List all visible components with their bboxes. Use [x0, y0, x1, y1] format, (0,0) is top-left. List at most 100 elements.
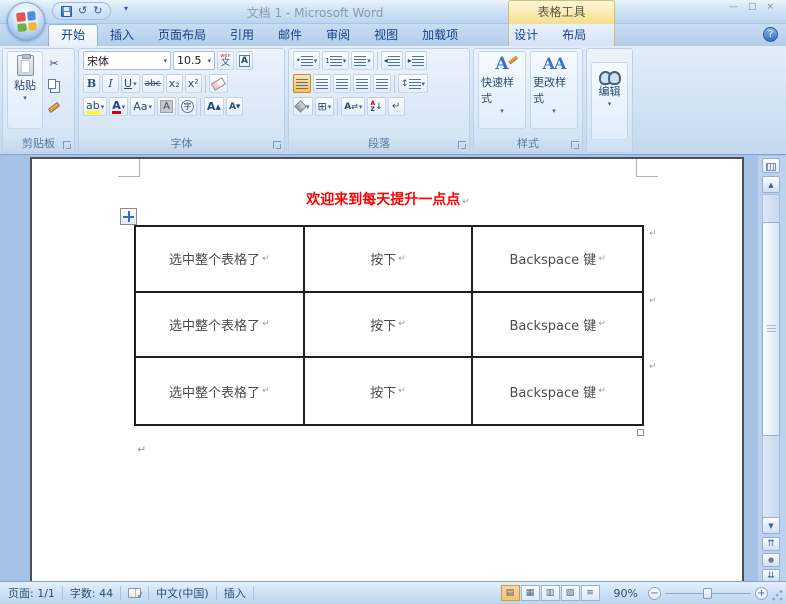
save-icon[interactable]	[61, 5, 72, 17]
change-case-icon[interactable]: Aa ▾	[130, 97, 156, 116]
tab-home[interactable]: 开始	[48, 24, 99, 46]
shading-icon[interactable]: ▾	[293, 97, 313, 116]
justify-icon[interactable]	[353, 74, 371, 93]
clipboard-dialog-launcher[interactable]	[63, 141, 71, 149]
increase-indent-icon[interactable]: ▸	[404, 51, 427, 70]
subscript-icon[interactable]: x₂	[165, 74, 183, 93]
table-cell[interactable]: 按下 ↵	[305, 358, 474, 424]
numbering-icon[interactable]: 1 ▾	[322, 51, 350, 70]
scroll-down-icon[interactable]: ▼	[762, 517, 780, 534]
highlight-color-icon[interactable]: ab ▾	[83, 97, 108, 116]
zoom-slider-thumb[interactable]	[703, 587, 712, 599]
align-left-icon[interactable]	[293, 74, 311, 93]
grow-font-icon[interactable]: A▴	[203, 97, 224, 116]
styles-dialog-launcher[interactable]	[571, 141, 579, 149]
table-cell[interactable]: Backspace 键 ↵	[473, 227, 642, 293]
decrease-indent-icon[interactable]: ◂	[380, 51, 403, 70]
show-hide-marks-icon[interactable]: ↵	[387, 97, 405, 116]
redo-icon[interactable]: ↻	[93, 3, 102, 19]
window-resize-grip[interactable]	[770, 588, 784, 602]
table-move-handle-icon[interactable]	[120, 208, 137, 225]
tab-review[interactable]: 审阅	[314, 24, 362, 46]
table-cell[interactable]: 按下 ↵	[304, 227, 474, 293]
next-page-icon[interactable]: ⇊	[762, 569, 780, 581]
tab-insert[interactable]: 插入	[98, 24, 146, 46]
quick-styles-button[interactable]: A 快速样式 ▾	[478, 51, 526, 129]
zoom-slider-track[interactable]	[665, 587, 751, 599]
document-page[interactable]: 欢迎来到每天提升一点点 ↵ 选中整个表格了 ↵ 按下 ↵ Backspace 键 ↵ 选…	[30, 157, 744, 581]
tab-table-design[interactable]: 设计	[502, 24, 550, 46]
italic-icon[interactable]: I	[102, 74, 119, 93]
table-cell[interactable]: 选中整个表格了 ↵	[136, 227, 305, 293]
distribute-icon[interactable]	[373, 74, 391, 93]
status-language[interactable]: 中文(中国)	[156, 585, 209, 601]
office-button[interactable]	[7, 2, 45, 40]
undo-icon[interactable]: ↺	[78, 3, 87, 19]
status-word-count[interactable]: 字数: 44	[70, 585, 113, 601]
cut-icon[interactable]: ✂	[45, 54, 63, 73]
character-shading-icon[interactable]: A	[157, 97, 176, 116]
borders-icon[interactable]: ⊞ ▾	[314, 97, 335, 116]
strikethrough-icon[interactable]: abc	[141, 74, 164, 93]
format-painter-icon[interactable]	[45, 98, 63, 117]
view-print-layout-icon[interactable]: ▤	[500, 585, 520, 601]
select-browse-object-icon[interactable]: ●	[762, 553, 780, 567]
table-cell[interactable]: Backspace 键 ↵	[473, 358, 642, 424]
scrollbar-thumb[interactable]	[762, 222, 780, 436]
zoom-level[interactable]: 90%	[614, 587, 638, 600]
table-resize-handle[interactable]	[637, 429, 644, 436]
tab-addins[interactable]: 加载项	[410, 24, 470, 46]
enclose-characters-icon[interactable]: 字	[177, 97, 197, 116]
table-cell[interactable]: 选中整个表格了 ↵	[136, 358, 305, 424]
view-outline-icon[interactable]: ▧	[560, 585, 580, 601]
tab-page-layout[interactable]: 页面布局	[146, 24, 218, 46]
phonetic-guide-icon[interactable]: wén 文	[217, 51, 234, 70]
font-color-icon[interactable]: A ▾	[109, 97, 129, 116]
document-heading[interactable]: 欢迎来到每天提升一点点 ↵	[132, 189, 644, 209]
previous-page-icon[interactable]: ⇈	[762, 537, 780, 551]
close-icon[interactable]: ×	[766, 2, 774, 12]
ruler-toggle-icon[interactable]	[762, 158, 780, 173]
clear-formatting-icon[interactable]	[208, 74, 228, 93]
view-draft-icon[interactable]: ≡	[580, 585, 600, 601]
bold-icon[interactable]: B	[83, 74, 100, 93]
character-border-icon[interactable]: A	[236, 51, 253, 70]
copy-icon[interactable]	[45, 76, 63, 95]
underline-icon[interactable]: U ▾	[121, 74, 140, 93]
tab-mailings[interactable]: 邮件	[266, 24, 314, 46]
font-dialog-launcher[interactable]	[273, 141, 281, 149]
status-page-number[interactable]: 页面: 1/1	[8, 585, 55, 601]
editing-button[interactable]: 编辑 ▾	[591, 61, 628, 140]
font-size-combo[interactable]: 10.5 ▾	[173, 51, 215, 70]
font-name-combo[interactable]: 宋体 ▾	[83, 51, 171, 70]
asian-layout-icon[interactable]: A ⇄ ▾	[341, 97, 366, 116]
tab-view[interactable]: 视图	[362, 24, 410, 46]
scroll-up-icon[interactable]: ▲	[762, 176, 780, 193]
view-fullscreen-reading-icon[interactable]: ▦	[520, 585, 540, 601]
zoom-out-icon[interactable]: −	[648, 586, 661, 600]
zoom-in-icon[interactable]: +	[755, 586, 768, 600]
table-cell[interactable]: Backspace 键 ↵	[473, 293, 642, 359]
align-center-icon[interactable]	[313, 74, 331, 93]
status-insert-mode[interactable]: 插入	[224, 585, 246, 601]
shrink-font-icon[interactable]: A▾	[225, 97, 244, 116]
align-right-icon[interactable]	[333, 74, 351, 93]
table-cell[interactable]: 按下 ↵	[304, 292, 474, 359]
superscript-icon[interactable]: x²	[184, 74, 202, 93]
paragraph-dialog-launcher[interactable]	[458, 141, 466, 149]
maximize-icon[interactable]: □	[748, 2, 757, 12]
line-spacing-icon[interactable]: ↕ ▾	[398, 74, 429, 93]
spellcheck-icon[interactable]: ✓	[128, 588, 144, 601]
multilevel-list-icon[interactable]: ▾	[351, 51, 374, 70]
table-cell[interactable]: 选中整个表格了 ↵	[136, 292, 305, 359]
bullets-icon[interactable]: • ▾	[293, 51, 321, 70]
paste-button[interactable]: 粘贴 ▾	[7, 51, 43, 129]
qat-customize-icon[interactable]: ▾	[124, 4, 128, 13]
view-web-layout-icon[interactable]: ▥	[540, 585, 560, 601]
tab-references[interactable]: 引用	[218, 24, 266, 46]
minimize-icon[interactable]: —	[729, 2, 738, 12]
tab-table-layout[interactable]: 布局	[550, 24, 598, 46]
change-styles-button[interactable]: AA 更改样式 ▾	[530, 51, 578, 129]
help-icon[interactable]: ?	[763, 27, 778, 42]
sort-icon[interactable]: A Z ↓	[367, 97, 386, 116]
